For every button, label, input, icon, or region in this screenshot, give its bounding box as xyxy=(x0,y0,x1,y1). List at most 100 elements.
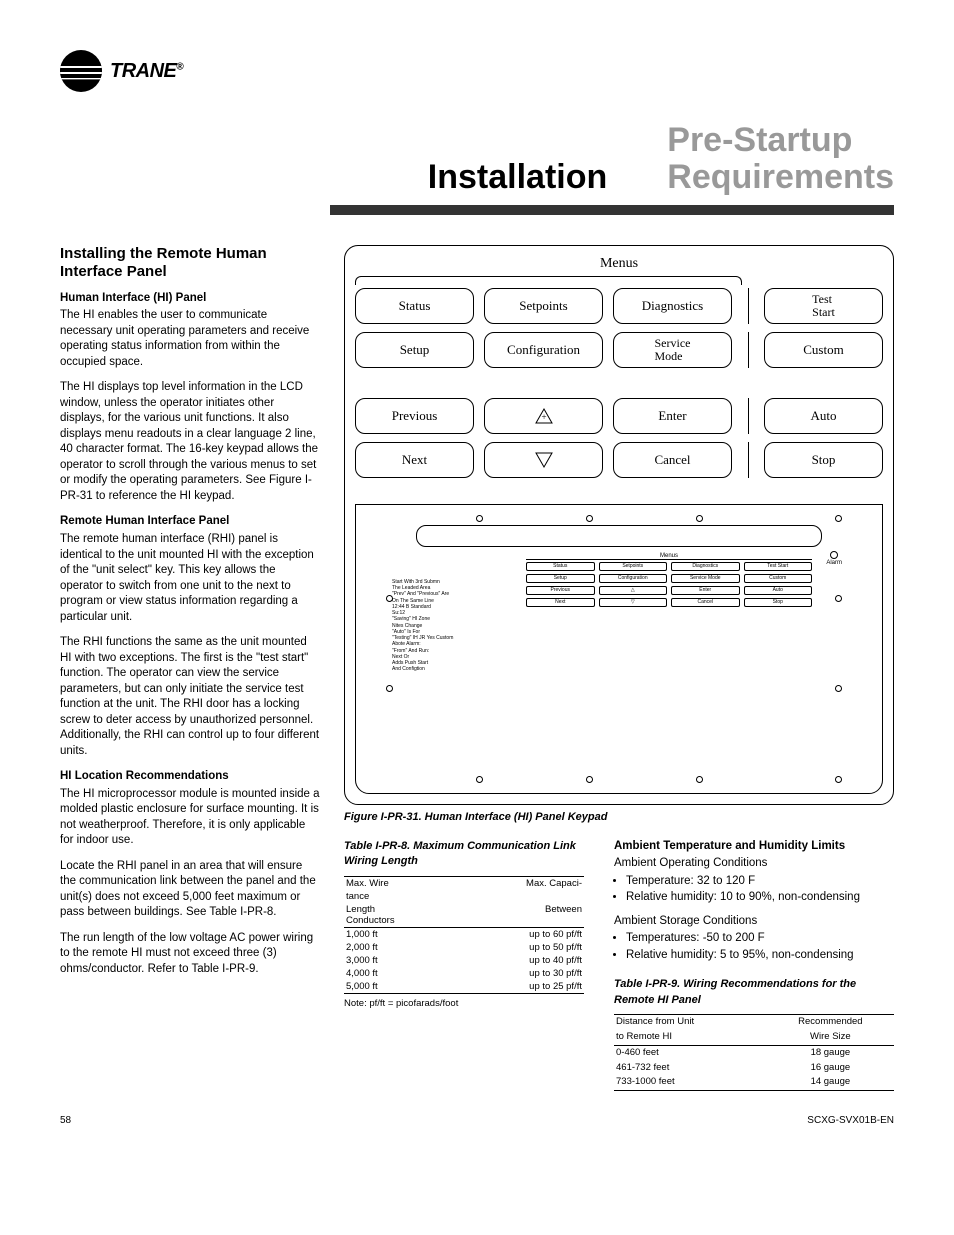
table-cell: up to 25 pf/ft xyxy=(456,980,584,994)
table-cell: 461-732 feet xyxy=(614,1061,767,1076)
table-8: Max. Wire Max. Capaci- tance LengthCondu… xyxy=(344,876,584,994)
screw-icon xyxy=(586,515,593,522)
table-cell: 14 gauge xyxy=(767,1075,894,1090)
keypad-diagram: Menus Status Setpoints Diagnostics TestS… xyxy=(344,245,894,805)
table-cell: 18 gauge xyxy=(767,1045,894,1060)
mini-key: Cancel xyxy=(671,598,740,607)
paragraph: The run length of the low voltage AC pow… xyxy=(60,931,320,978)
footer: 58 SCXG-SVX01B-EN xyxy=(60,1115,894,1126)
mini-key: △ xyxy=(599,586,668,595)
table-header: Max. Wire xyxy=(344,876,456,890)
panel-illustration: Alarm Start With 3rd Submn The Leaded Ar… xyxy=(355,504,883,794)
table-cell: up to 50 pf/ft xyxy=(456,941,584,954)
mini-key: Setpoints xyxy=(599,562,668,571)
key-next: Next xyxy=(355,442,474,478)
logo-text: TRANE® xyxy=(110,60,183,83)
screw-icon xyxy=(835,685,842,692)
table-header: tance xyxy=(344,890,456,903)
table-cell: 0-460 feet xyxy=(614,1045,767,1060)
title-prestartup: Pre-Startup Requirements xyxy=(667,122,894,197)
list-item: Relative humidity: 10 to 90%, non-conden… xyxy=(626,890,894,906)
table-header: to Remote HI xyxy=(614,1030,767,1045)
mini-keypad: Menus Status Setpoints Diagnostics Test … xyxy=(526,553,812,607)
table-cell: 16 gauge xyxy=(767,1061,894,1076)
divider xyxy=(742,442,754,478)
page-number: 58 xyxy=(60,1115,71,1126)
key-stop: Stop xyxy=(764,442,883,478)
screw-icon xyxy=(476,776,483,783)
key-configuration: Configuration xyxy=(484,332,603,368)
screw-icon xyxy=(835,776,842,783)
table-header: Max. Capaci- xyxy=(456,876,584,890)
table-header: Wire Size xyxy=(767,1030,894,1045)
paragraph: The HI microprocessor module is mounted … xyxy=(60,787,320,849)
divider xyxy=(742,288,754,324)
table-8-note: Note: pf/ft = picofarads/foot xyxy=(344,998,584,1009)
key-custom: Custom xyxy=(764,332,883,368)
mini-key: Previous xyxy=(526,586,595,595)
divider xyxy=(742,332,754,368)
page-titles: Installation Pre-Startup Requirements xyxy=(60,122,894,197)
mini-key: Configuration xyxy=(599,574,668,583)
menus-brace xyxy=(355,276,883,286)
table-cell: up to 30 pf/ft xyxy=(456,967,584,980)
mini-key: Service Mode xyxy=(671,574,740,583)
key-status: Status xyxy=(355,288,474,324)
divider xyxy=(742,398,754,434)
table-cell: up to 40 pf/ft xyxy=(456,954,584,967)
screw-icon xyxy=(386,685,393,692)
lcd-window xyxy=(416,525,822,547)
screw-icon xyxy=(696,776,703,783)
table-cell: 3,000 ft xyxy=(344,954,456,967)
ambient-st-list: Temperatures: -50 to 200 F Relative humi… xyxy=(614,931,894,963)
panel-side-text: Start With 3rd Submn The Leaded Area "Pr… xyxy=(392,579,492,673)
table-8-title: Table I-PR-8. Maximum Communication Link… xyxy=(344,839,584,870)
list-item: Temperature: 32 to 120 F xyxy=(626,874,894,890)
screw-icon xyxy=(586,776,593,783)
key-enter: Enter xyxy=(613,398,732,434)
alarm-indicator: Alarm xyxy=(826,551,842,566)
table-header: Recommended xyxy=(767,1015,894,1030)
paragraph: The RHI functions the same as the unit m… xyxy=(60,635,320,759)
brand-logo: TRANE® xyxy=(60,50,894,92)
mini-key: Status xyxy=(526,562,595,571)
ambient-op-heading: Ambient Operating Conditions xyxy=(614,856,894,872)
key-cancel: Cancel xyxy=(613,442,732,478)
subheading-hi-location: HI Location Recommendations xyxy=(60,769,320,785)
svg-text:+: + xyxy=(541,412,546,422)
document-code: SCXG-SVX01B-EN xyxy=(807,1115,894,1126)
mini-key: Next xyxy=(526,598,595,607)
key-auto: Auto xyxy=(764,398,883,434)
mini-key: Diagnostics xyxy=(671,562,740,571)
key-diagnostics: Diagnostics xyxy=(613,288,732,324)
paragraph: The HI enables the user to communicate n… xyxy=(60,308,320,370)
title-installation: Installation xyxy=(428,158,607,197)
screw-icon xyxy=(835,595,842,602)
key-service-mode: ServiceMode xyxy=(613,332,732,368)
paragraph: The HI displays top level information in… xyxy=(60,380,320,504)
subheading-hi-panel: Human Interface (HI) Panel xyxy=(60,291,320,307)
logo-globe-icon xyxy=(60,50,102,92)
key-setpoints: Setpoints xyxy=(484,288,603,324)
key-minus xyxy=(484,442,603,478)
ambient-st-heading: Ambient Storage Conditions xyxy=(614,914,894,930)
key-setup: Setup xyxy=(355,332,474,368)
table-cell: 2,000 ft xyxy=(344,941,456,954)
mini-key: Auto xyxy=(744,586,813,595)
mini-key: Test Start xyxy=(744,562,813,571)
section-heading: Installing the Remote Human Interface Pa… xyxy=(60,245,320,281)
screw-icon xyxy=(835,515,842,522)
table-cell: 733-1000 feet xyxy=(614,1075,767,1090)
table-header: Distance from Unit xyxy=(614,1015,767,1030)
key-test-start: TestStart xyxy=(764,288,883,324)
paragraph: The remote human interface (RHI) panel i… xyxy=(60,532,320,625)
title-rule xyxy=(330,205,894,215)
list-item: Temperatures: -50 to 200 F xyxy=(626,931,894,947)
table-cell: 5,000 ft xyxy=(344,980,456,994)
body-text-column: Installing the Remote Human Interface Pa… xyxy=(60,245,320,1091)
table-header: LengthConductors xyxy=(344,903,456,928)
key-previous: Previous xyxy=(355,398,474,434)
table-header: Between xyxy=(456,903,584,928)
mini-key: Setup xyxy=(526,574,595,583)
screw-icon xyxy=(696,515,703,522)
